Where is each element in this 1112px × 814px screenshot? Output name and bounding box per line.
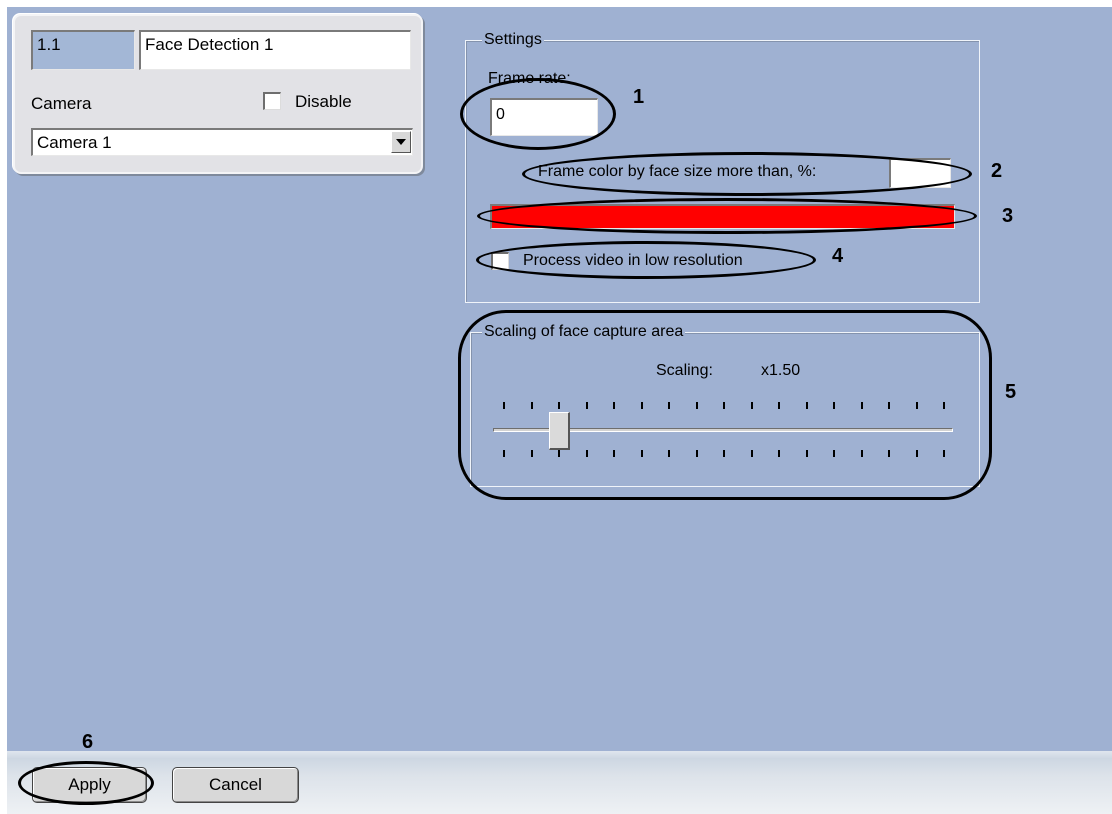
- slider-tick: [778, 402, 780, 409]
- slider-tick: [723, 450, 725, 457]
- slider-tick: [585, 402, 588, 409]
- slider-tick: [503, 450, 505, 457]
- scaling-value: x1.50: [761, 362, 801, 379]
- object-id-field[interactable]: 1.1: [31, 30, 135, 70]
- callout-number-4: 4: [832, 245, 844, 267]
- frame-color-label: Frame color by face size more than, %:: [538, 163, 817, 180]
- slider-tick: [915, 402, 918, 409]
- frame-rate-label: Frame rate:: [488, 70, 571, 87]
- camera-select-value: Camera 1: [37, 133, 112, 152]
- slider-tick: [668, 450, 670, 457]
- settings-group-title: Settings: [482, 31, 544, 49]
- slider-tick: [888, 402, 890, 409]
- cancel-button[interactable]: Cancel: [172, 767, 299, 803]
- apply-button[interactable]: Apply: [32, 767, 147, 803]
- slider-tick: [585, 450, 588, 457]
- slider-tick: [943, 450, 945, 457]
- slider-tick: [723, 402, 725, 409]
- callout-number-2: 2: [991, 160, 1003, 182]
- slider-tick: [640, 402, 643, 409]
- slider-tick: [778, 450, 780, 457]
- slider-ticks-top: [503, 402, 945, 410]
- slider-tick: [613, 402, 615, 409]
- slider-tick: [668, 402, 670, 409]
- frame-color-swatch[interactable]: [490, 204, 955, 229]
- scaling-group-title: Scaling of face capture area: [482, 323, 686, 341]
- slider-tick: [695, 450, 698, 457]
- slider-tick: [695, 402, 698, 409]
- slider-tick: [640, 450, 643, 457]
- camera-select[interactable]: Camera 1: [31, 128, 413, 156]
- callout-number-3: 3: [1002, 205, 1014, 227]
- slider-tick: [888, 450, 890, 457]
- callout-number-1: 1: [633, 86, 645, 108]
- process-low-res-checkbox[interactable]: [491, 252, 509, 270]
- slider-tick: [613, 450, 615, 457]
- disable-checkbox[interactable]: [263, 92, 281, 110]
- dropdown-button[interactable]: [391, 131, 411, 153]
- slider-tick: [915, 450, 918, 457]
- slider-tick: [503, 402, 505, 409]
- process-low-res-label: Process video in low resolution: [523, 252, 743, 269]
- callout-number-5: 5: [1005, 381, 1017, 403]
- object-name-field[interactable]: Face Detection 1: [139, 30, 411, 70]
- slider-tick: [750, 402, 753, 409]
- slider-ticks-bottom: [503, 450, 945, 458]
- disable-label: Disable: [295, 92, 352, 111]
- slider-tick: [558, 450, 560, 457]
- scaling-label: Scaling:: [656, 362, 713, 379]
- slider-tick: [805, 450, 808, 457]
- object-panel: 1.1 Face Detection 1 Camera Disable Came…: [13, 14, 423, 174]
- frame-color-size-input[interactable]: [889, 158, 951, 188]
- callout-number-6: 6: [82, 731, 94, 753]
- slider-tick: [805, 402, 808, 409]
- slider-tick: [530, 450, 533, 457]
- slider-tick: [530, 402, 533, 409]
- chevron-down-icon: [396, 139, 406, 145]
- camera-label: Camera: [31, 94, 92, 113]
- slider-tick: [750, 450, 753, 457]
- slider-tick: [943, 402, 945, 409]
- scaling-slider-thumb[interactable]: [549, 412, 570, 450]
- slider-tick: [833, 450, 835, 457]
- slider-tick: [860, 402, 863, 409]
- slider-tick: [558, 402, 560, 409]
- frame-rate-input[interactable]: 0: [490, 98, 598, 136]
- slider-tick: [833, 402, 835, 409]
- slider-tick: [860, 450, 863, 457]
